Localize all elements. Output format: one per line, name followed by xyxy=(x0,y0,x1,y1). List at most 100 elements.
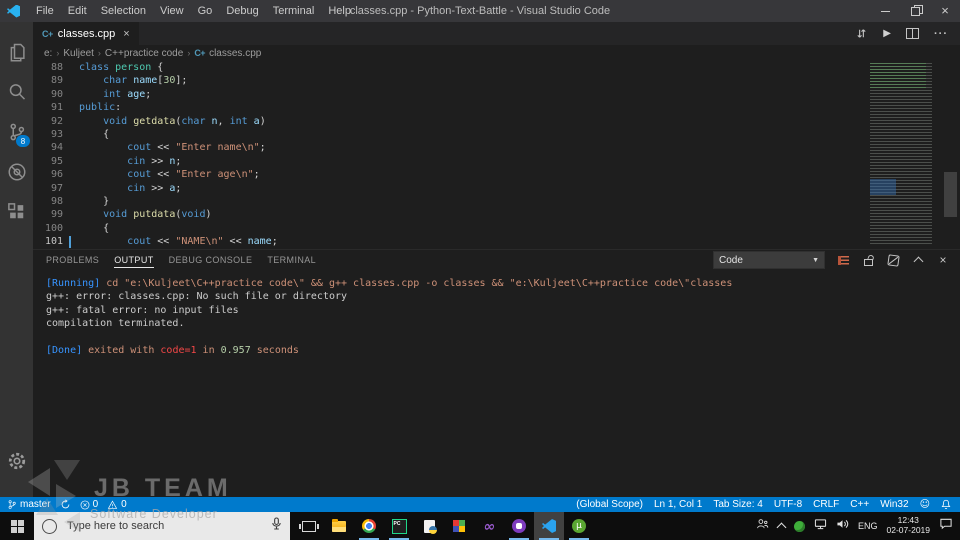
status-language-mode[interactable]: C++ xyxy=(850,499,869,510)
code-line[interactable]: 93 { xyxy=(33,128,960,141)
minimap[interactable] xyxy=(868,61,940,249)
code-line[interactable]: 94 cout << "Enter name\n"; xyxy=(33,141,960,154)
warnings-indicator[interactable]: 0 xyxy=(107,499,127,510)
editor-scrollbar[interactable] xyxy=(944,172,957,217)
output-line: [Running] cd "e:\Kuljeet\C++practice cod… xyxy=(46,278,733,289)
menu-view[interactable]: View xyxy=(153,0,191,22)
clear-output-icon[interactable] xyxy=(886,253,900,267)
notifications-bell-icon[interactable] xyxy=(941,499,951,510)
editor-actions: ▶ ··· xyxy=(855,22,960,45)
output-channel-dropdown[interactable]: Code ▼ xyxy=(713,251,825,269)
menu-edit[interactable]: Edit xyxy=(61,0,94,22)
code-line[interactable]: 97 cin >> a; xyxy=(33,182,960,195)
taskbar-vscode[interactable] xyxy=(534,512,564,540)
status-encoding[interactable]: UTF-8 xyxy=(774,499,802,510)
code-text: cout << "Enter age\n"; xyxy=(127,169,260,181)
sync-icon[interactable] xyxy=(60,499,71,510)
line-number: 93 xyxy=(50,128,63,140)
open-changes-icon[interactable] xyxy=(855,27,868,40)
search-icon[interactable] xyxy=(0,72,33,112)
network-icon[interactable] xyxy=(814,517,827,535)
minimize-button[interactable] xyxy=(870,0,900,22)
search-input[interactable] xyxy=(65,519,263,533)
output-console[interactable]: [Running] cd "e:\Kuljeet\C++practice cod… xyxy=(33,270,960,497)
tab-classes-cpp[interactable]: C+ classes.cpp × xyxy=(33,22,139,45)
code-line[interactable]: 88 class person { xyxy=(33,61,960,74)
tab-close-icon[interactable]: × xyxy=(123,28,129,40)
explorer-icon[interactable] xyxy=(0,32,33,72)
menu-terminal[interactable]: Terminal xyxy=(266,0,322,22)
status-platform[interactable]: Win32 xyxy=(880,499,908,510)
taskbar-python-file[interactable] xyxy=(414,512,444,540)
open-log-file-icon[interactable] xyxy=(836,253,850,267)
split-editor-icon[interactable] xyxy=(906,28,919,39)
status-symbol-scope[interactable]: (Global Scope) xyxy=(576,499,643,510)
start-button[interactable] xyxy=(0,512,34,540)
breadcrumb-item[interactable]: Kuljeet xyxy=(63,48,94,59)
file-explorer-icon xyxy=(332,518,346,532)
code-line[interactable]: 92 void getdata(char n, int a) xyxy=(33,115,960,128)
settings-gear-icon[interactable] xyxy=(0,441,33,481)
taskbar-visual-studio[interactable]: ∞ xyxy=(474,512,504,540)
debug-icon[interactable] xyxy=(0,152,33,192)
code-line[interactable]: 91 public: xyxy=(33,101,960,114)
tray-app-icon[interactable] xyxy=(794,520,805,532)
scroll-lock-icon[interactable] xyxy=(861,253,875,267)
taskbar-task-view[interactable] xyxy=(294,512,324,540)
breadcrumb[interactable]: e: › Kuljeet › C++practice code › C+ classes.cp… xyxy=(33,45,960,61)
breadcrumb-item[interactable]: classes.cpp xyxy=(209,48,261,59)
panel-tab-debug-console[interactable]: DEBUG CONSOLE xyxy=(169,252,253,268)
more-actions-icon[interactable]: ··· xyxy=(934,28,948,40)
errors-indicator[interactable]: 0 xyxy=(80,499,98,510)
code-line[interactable]: 95 cin >> n; xyxy=(33,155,960,168)
code-line[interactable]: 100 { xyxy=(33,222,960,235)
menu-debug[interactable]: Debug xyxy=(219,0,265,22)
clock[interactable]: 12:43 02-07-2019 xyxy=(887,515,930,536)
action-center-icon[interactable] xyxy=(939,517,953,535)
source-control-icon[interactable]: 8 xyxy=(0,112,33,152)
feedback-smiley-icon[interactable]: ☺ xyxy=(920,499,930,510)
menu-selection[interactable]: Selection xyxy=(94,0,153,22)
close-button[interactable]: × xyxy=(930,0,960,22)
branch-name: master xyxy=(20,499,51,510)
taskbar-purple-app[interactable] xyxy=(504,512,534,540)
code-editor[interactable]: 88 class person {89 char name[30]; 90 int … xyxy=(33,61,960,249)
microphone-icon[interactable] xyxy=(271,517,282,535)
language-indicator[interactable]: ENG xyxy=(858,521,878,531)
volume-icon[interactable] xyxy=(836,517,849,535)
status-eol-sequence[interactable]: CRLF xyxy=(813,499,839,510)
menu-help[interactable]: Help xyxy=(321,0,358,22)
close-panel-icon[interactable]: × xyxy=(936,253,950,267)
code-text: cout << "NAME\n" << name; xyxy=(127,236,278,248)
extensions-icon[interactable] xyxy=(0,192,33,232)
panel-tab-output[interactable]: OUTPUT xyxy=(114,252,154,268)
code-line[interactable]: 89 char name[30]; xyxy=(33,74,960,87)
code-line[interactable]: 98 } xyxy=(33,195,960,208)
menu-go[interactable]: Go xyxy=(191,0,220,22)
taskbar-utorrent[interactable]: µ xyxy=(564,512,594,540)
panel-tab-terminal[interactable]: TERMINAL xyxy=(267,252,316,268)
code-line[interactable]: 101 cout << "NAME\n" << name; xyxy=(33,235,960,249)
git-branch-indicator[interactable]: master xyxy=(7,499,51,510)
breadcrumb-item[interactable]: e: xyxy=(44,48,52,59)
taskbar-colorful-blocks[interactable] xyxy=(444,512,474,540)
run-code-icon[interactable]: ▶ xyxy=(883,28,891,39)
status-tab-size[interactable]: Tab Size: 4 xyxy=(713,499,762,510)
people-icon[interactable] xyxy=(756,517,769,535)
taskbar-search[interactable] xyxy=(34,512,290,540)
taskbar-pycharm[interactable] xyxy=(384,512,414,540)
code-line[interactable]: 99 void putdata(void) xyxy=(33,208,960,221)
menu-file[interactable]: File xyxy=(29,0,61,22)
hidden-icons-chevron[interactable] xyxy=(776,522,787,532)
taskbar-file-explorer[interactable] xyxy=(324,512,354,540)
maximize-panel-icon[interactable] xyxy=(911,253,925,267)
code-line[interactable]: 90 int age; xyxy=(33,88,960,101)
restore-button[interactable] xyxy=(900,0,930,22)
taskbar-chrome[interactable] xyxy=(354,512,384,540)
breadcrumb-item[interactable]: C++practice code xyxy=(105,48,183,59)
code-line[interactable]: 96 cout << "Enter age\n"; xyxy=(33,168,960,181)
panel-tab-problems[interactable]: PROBLEMS xyxy=(46,252,99,268)
code-text: { xyxy=(79,222,110,234)
status-cursor-position[interactable]: Ln 1, Col 1 xyxy=(654,499,702,510)
python-file-icon xyxy=(423,519,437,534)
